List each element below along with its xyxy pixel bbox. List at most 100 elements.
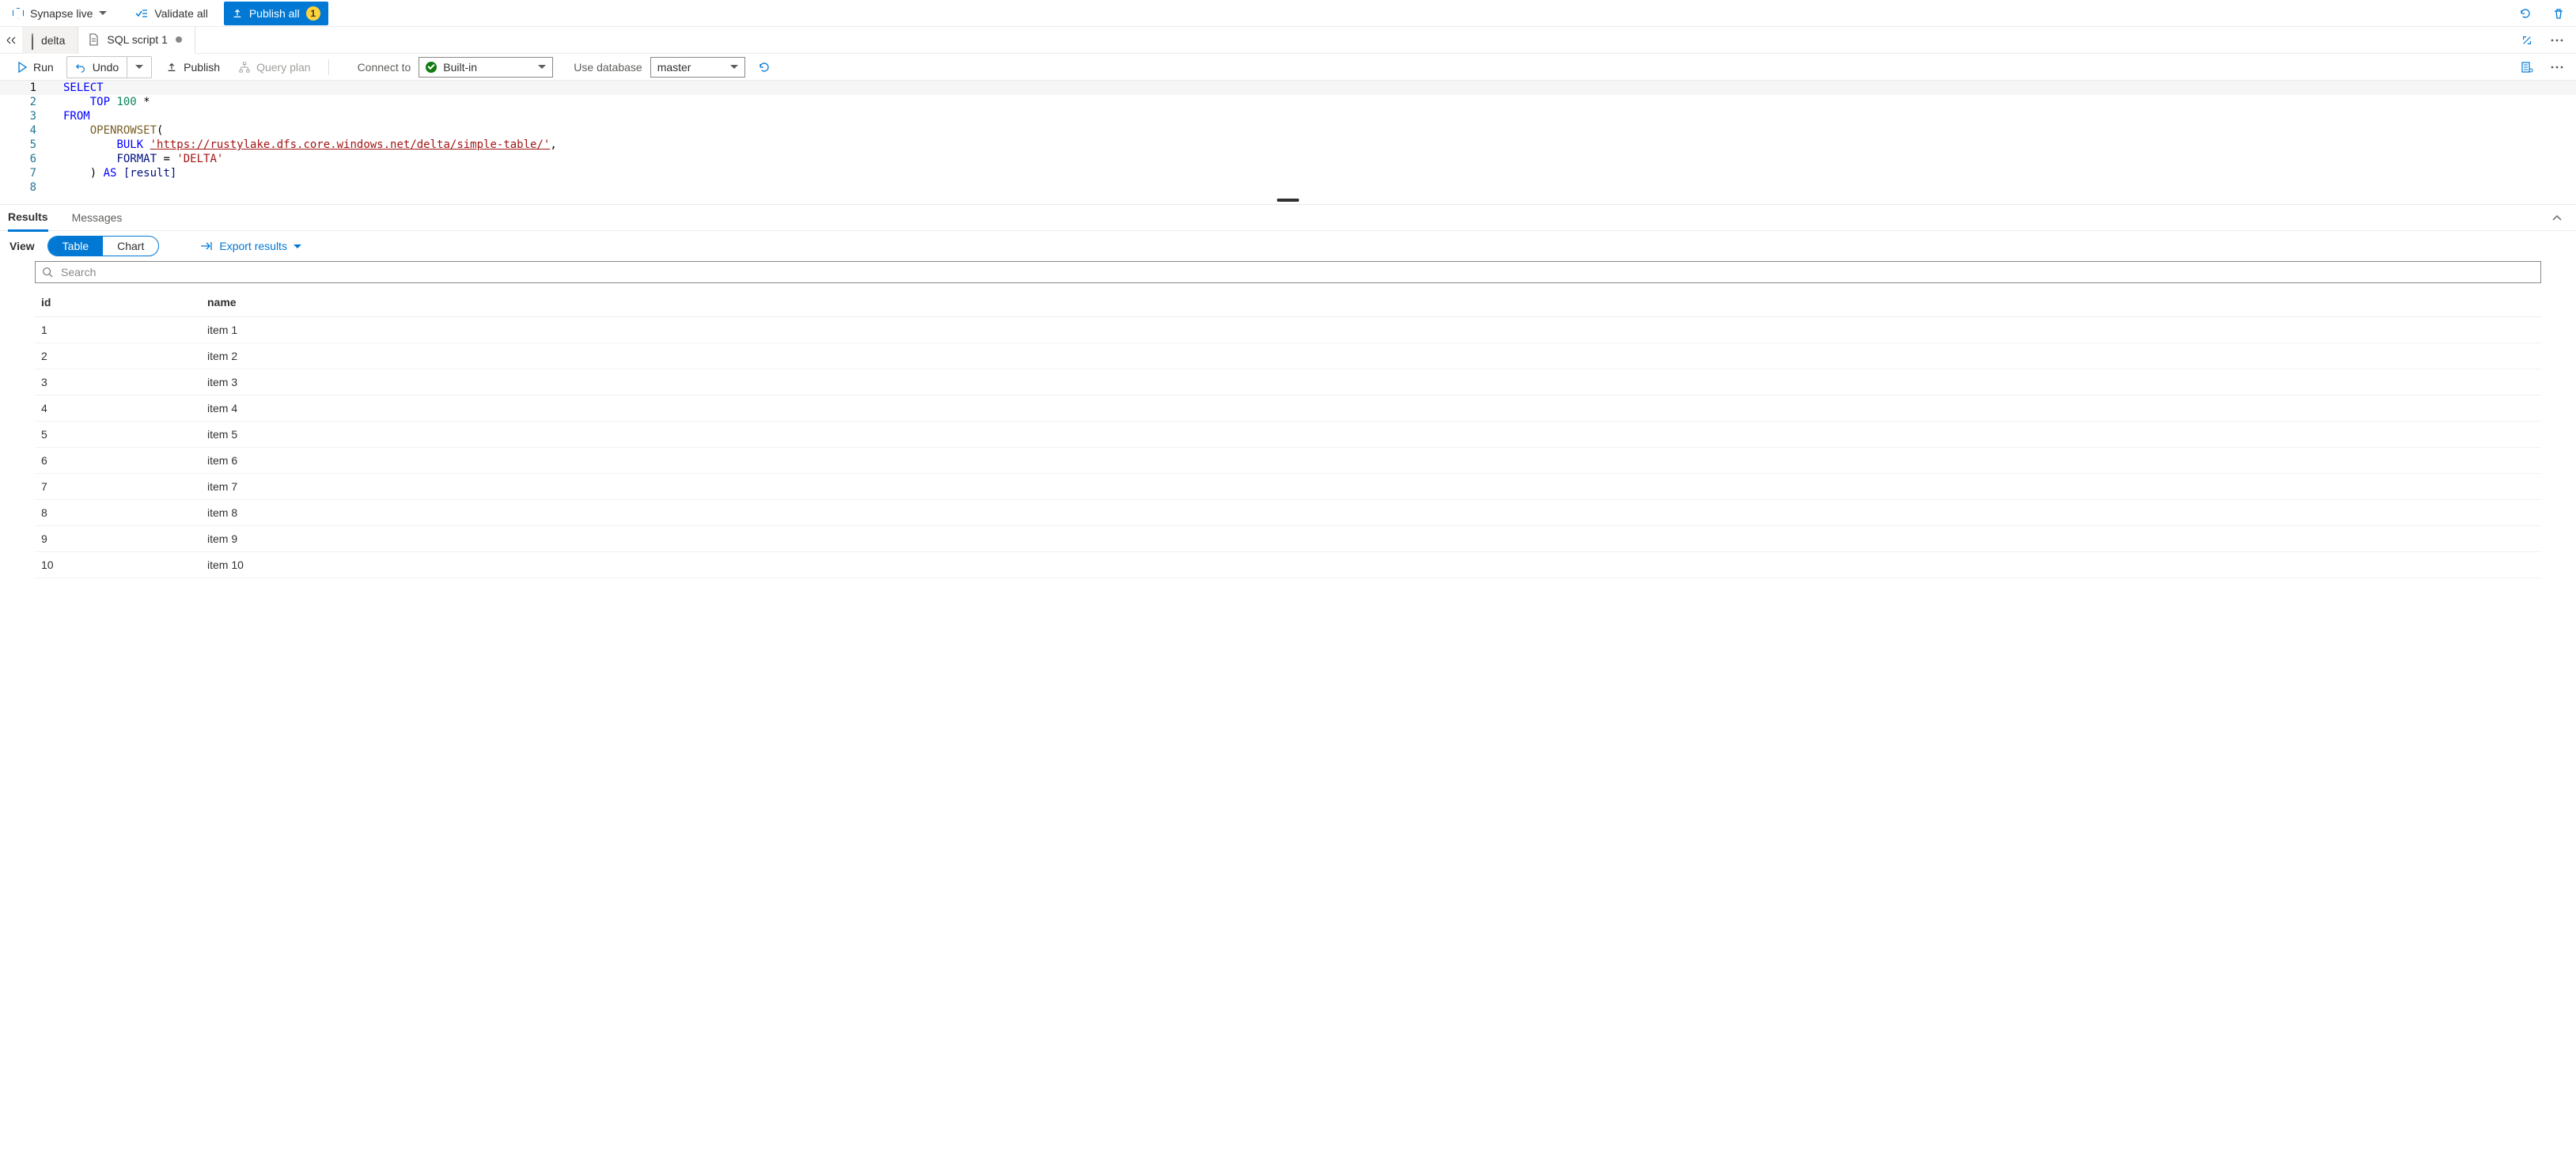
cell-name: item 2 — [201, 343, 2541, 369]
collapse-results-button[interactable] — [2546, 206, 2568, 229]
cell-name: item 10 — [201, 552, 2541, 578]
table-header-row: id name — [35, 288, 2541, 317]
tab-more-button[interactable] — [2546, 29, 2568, 51]
code-lines[interactable]: SELECT TOP 100 * FROM OPENROWSET( BULK '… — [63, 81, 2576, 195]
cell-name: item 5 — [201, 422, 2541, 448]
table-row[interactable]: 1item 1 — [35, 317, 2541, 343]
chevron-down-icon — [730, 65, 738, 69]
cell-name: item 4 — [201, 396, 2541, 422]
expand-panel-button[interactable] — [0, 27, 22, 54]
cell-id: 5 — [35, 422, 201, 448]
toolbar-separator — [328, 59, 329, 75]
table-row[interactable]: 9item 9 — [35, 526, 2541, 552]
line-number: 4 — [0, 123, 36, 138]
properties-button[interactable] — [2516, 56, 2538, 78]
table-row[interactable]: 8item 8 — [35, 500, 2541, 526]
chevron-down-icon — [135, 65, 143, 69]
undo-dropdown-button[interactable] — [127, 57, 151, 78]
export-results-button[interactable]: Export results — [200, 240, 301, 252]
publish-count-badge: 1 — [306, 6, 320, 21]
publish-label: Publish — [184, 61, 220, 74]
validate-all-button[interactable]: Validate all — [127, 3, 215, 24]
table-row[interactable]: 2item 2 — [35, 343, 2541, 369]
cell-name: item 7 — [201, 474, 2541, 500]
cell-id: 8 — [35, 500, 201, 526]
view-toggle: Table Chart — [47, 236, 160, 256]
connect-to-dropdown[interactable]: Built-in — [419, 57, 553, 78]
refresh-databases-button[interactable] — [753, 56, 775, 78]
results-tabs: Results Messages — [0, 204, 2576, 231]
results-search-box[interactable] — [35, 261, 2541, 283]
refresh-button[interactable] — [2514, 2, 2536, 25]
fullscreen-button[interactable] — [2516, 29, 2538, 51]
file-tab-delta[interactable]: delta — [22, 27, 78, 54]
upload-icon — [232, 8, 243, 19]
cell-name: item 9 — [201, 526, 2541, 552]
unsaved-dot-icon — [176, 36, 182, 43]
file-tabs-row: delta SQL script 1 — [0, 27, 2576, 54]
results-pane: Results Messages View Table Chart Export… — [0, 204, 2576, 1155]
line-number: 6 — [0, 152, 36, 166]
line-number: 5 — [0, 138, 36, 152]
undo-button[interactable]: Undo — [67, 57, 127, 78]
query-plan-label: Query plan — [256, 61, 310, 74]
top-action-bar: Synapse live Validate all Publish all 1 — [0, 0, 2576, 27]
publish-all-button[interactable]: Publish all 1 — [224, 2, 328, 25]
results-search-input[interactable] — [59, 265, 2534, 279]
cell-name: item 3 — [201, 369, 2541, 396]
cell-name: item 6 — [201, 448, 2541, 474]
tab-messages[interactable]: Messages — [72, 204, 123, 231]
cell-id: 6 — [35, 448, 201, 474]
line-number: 7 — [0, 166, 36, 180]
undo-split-button[interactable]: Undo — [66, 56, 152, 78]
use-database-label: Use database — [574, 61, 642, 74]
cell-name: item 8 — [201, 500, 2541, 526]
table-row[interactable]: 5item 5 — [35, 422, 2541, 448]
cell-id: 2 — [35, 343, 201, 369]
sql-script-icon — [88, 33, 99, 46]
undo-icon — [75, 62, 86, 73]
publish-all-label: Publish all — [249, 7, 300, 20]
view-toggle-table[interactable]: Table — [48, 237, 103, 256]
discard-all-button[interactable] — [2548, 2, 2570, 25]
pane-resize-handle[interactable] — [0, 196, 2576, 204]
chevron-down-icon — [294, 244, 301, 248]
table-row[interactable]: 4item 4 — [35, 396, 2541, 422]
synapse-icon — [13, 8, 24, 19]
run-button[interactable]: Run — [8, 56, 63, 78]
use-database-value: master — [657, 61, 724, 74]
query-plan-icon — [239, 62, 250, 73]
tab-results[interactable]: Results — [8, 205, 48, 232]
cell-name: item 1 — [201, 317, 2541, 343]
table-row[interactable]: 7item 7 — [35, 474, 2541, 500]
view-toggle-chart[interactable]: Chart — [103, 237, 158, 256]
line-number: 8 — [0, 180, 36, 195]
database-icon — [32, 34, 33, 47]
line-gutter: 1 2 3 4 5 6 7 8 — [0, 81, 52, 196]
status-ok-icon — [426, 62, 437, 73]
cell-id: 7 — [35, 474, 201, 500]
search-icon — [42, 267, 53, 278]
results-grid[interactable]: id name 1item 12item 23item 34item 45ite… — [0, 288, 2576, 1155]
cell-id: 1 — [35, 317, 201, 343]
table-row[interactable]: 10item 10 — [35, 552, 2541, 578]
publish-button[interactable]: Publish — [157, 56, 229, 78]
cell-id: 4 — [35, 396, 201, 422]
code-editor[interactable]: 1 2 3 4 5 6 7 8 SELECT TOP 100 * FROM OP… — [0, 81, 2576, 196]
checklist-icon — [135, 7, 148, 20]
file-tab-sql-script-1[interactable]: SQL script 1 — [78, 27, 195, 54]
workspace: 1 2 3 4 5 6 7 8 SELECT TOP 100 * FROM OP… — [0, 81, 2576, 1155]
table-row[interactable]: 6item 6 — [35, 448, 2541, 474]
synapse-live-dropdown[interactable]: Synapse live — [6, 3, 113, 24]
connect-to-label: Connect to — [358, 61, 411, 74]
toolbar-more-button[interactable] — [2546, 56, 2568, 78]
cell-id: 3 — [35, 369, 201, 396]
line-number: 3 — [0, 109, 36, 123]
file-tab-label: SQL script 1 — [107, 33, 168, 46]
connect-to-value: Built-in — [443, 61, 532, 74]
upload-icon — [166, 62, 177, 73]
column-header-id[interactable]: id — [35, 288, 201, 317]
column-header-name[interactable]: name — [201, 288, 2541, 317]
table-row[interactable]: 3item 3 — [35, 369, 2541, 396]
use-database-dropdown[interactable]: master — [650, 57, 745, 78]
